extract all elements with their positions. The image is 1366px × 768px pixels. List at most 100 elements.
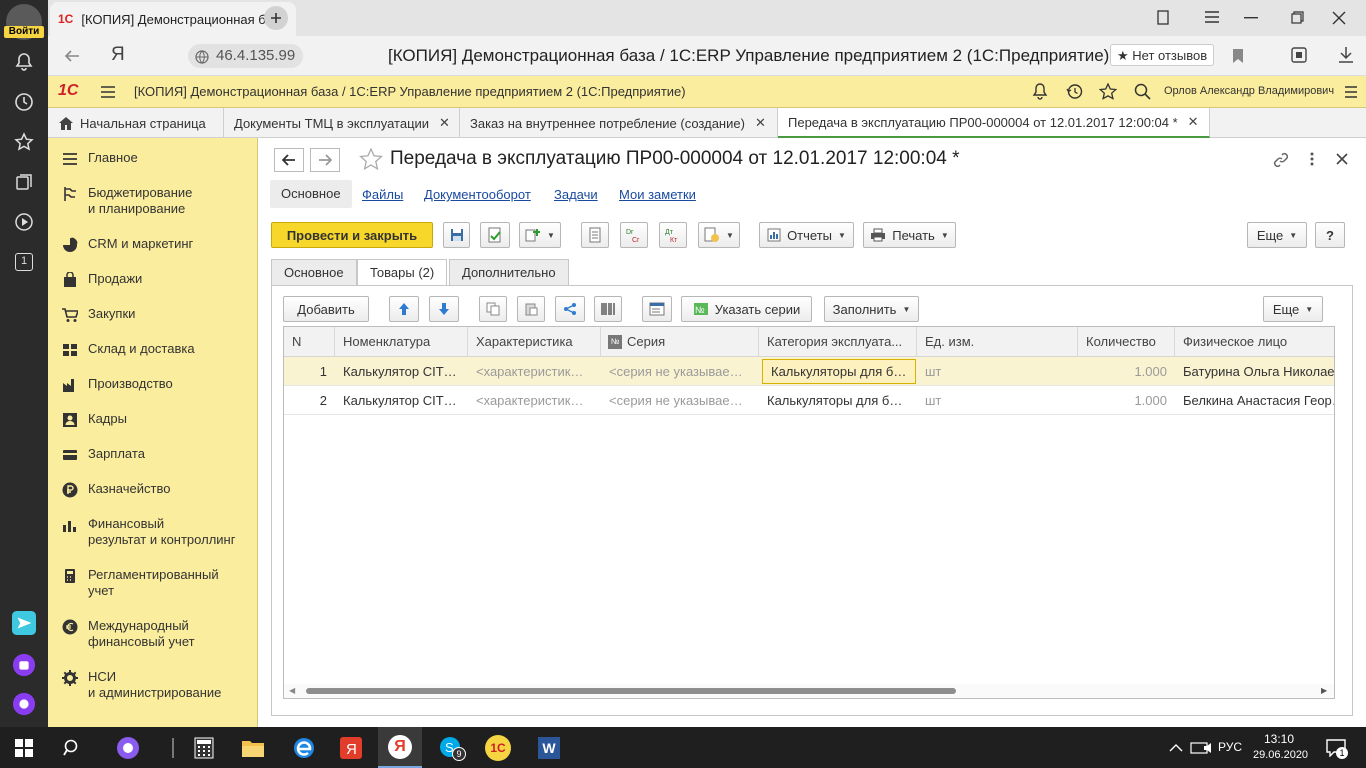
favorite-star-icon[interactable]: [359, 148, 383, 171]
clock-time[interactable]: 13:10: [1264, 732, 1294, 746]
play-icon[interactable]: [12, 210, 36, 234]
tab-additional[interactable]: Дополнительно: [449, 259, 569, 285]
bookmark-icon[interactable]: [1232, 48, 1244, 64]
star-icon[interactable]: [12, 130, 36, 154]
table-row[interactable]: 2 Калькулятор CIT… <характеристик… <сери…: [284, 386, 1334, 415]
bell-icon[interactable]: [1032, 83, 1048, 100]
edge-icon[interactable]: [291, 735, 317, 761]
cell-series[interactable]: <серия не указывае…: [601, 357, 759, 386]
tab-transfer-document[interactable]: Передача в эксплуатацию ПР00-000004 от 1…: [778, 108, 1210, 138]
download-icon[interactable]: [1338, 46, 1354, 64]
move-up-button[interactable]: [389, 296, 419, 322]
paste-button[interactable]: [517, 296, 545, 322]
history-icon[interactable]: [1066, 83, 1083, 100]
yandex-logo[interactable]: Я: [111, 44, 125, 66]
sidebar-item-main[interactable]: Главное: [48, 150, 258, 167]
share-button[interactable]: [555, 296, 585, 322]
reviews-button[interactable]: ★ Нет отзывов: [1110, 44, 1215, 66]
window-close-icon[interactable]: [1332, 11, 1346, 25]
cell-unit[interactable]: шт: [917, 386, 1078, 415]
print-button[interactable]: Печать ▼: [863, 222, 956, 248]
cell-characteristic[interactable]: <характеристик…: [468, 386, 601, 415]
cell-category[interactable]: Калькуляторы для б…: [759, 386, 917, 415]
sidebar-item-warehouse[interactable]: Склад и доставка: [48, 341, 258, 358]
browser-tab[interactable]: 1С [КОПИЯ] Демонстрационная база / 1С:ER…: [50, 2, 296, 36]
bell-icon[interactable]: [12, 50, 36, 74]
main-menu-icon[interactable]: [100, 85, 116, 99]
scroll-right-icon[interactable]: ▶: [1321, 686, 1327, 695]
settings-menu-icon[interactable]: [1344, 85, 1358, 99]
volume-icon[interactable]: [1202, 735, 1218, 761]
link-files[interactable]: Файлы: [362, 187, 403, 202]
cell-nomenclature[interactable]: Калькулятор CIT…: [335, 357, 468, 386]
messenger-icon[interactable]: [12, 611, 36, 635]
skype-icon[interactable]: S9: [438, 735, 466, 761]
language-indicator[interactable]: РУС: [1218, 740, 1242, 754]
column-header[interactable]: Характеристика: [468, 327, 601, 357]
search-icon[interactable]: [59, 735, 85, 761]
post-and-close-button[interactable]: Провести и закрыть: [271, 222, 433, 248]
notifications-icon[interactable]: 1: [1323, 735, 1349, 761]
onec-app-icon[interactable]: 1С: [485, 735, 511, 761]
cell-person[interactable]: Батурина Ольга Николае…: [1175, 357, 1334, 386]
clock-date[interactable]: 29.06.2020: [1253, 749, 1308, 761]
column-header[interactable]: N: [284, 327, 335, 357]
cell-quantity[interactable]: 1.000: [1078, 386, 1175, 415]
calculator-icon[interactable]: [191, 735, 217, 761]
back-icon[interactable]: [64, 48, 80, 64]
table-more-button[interactable]: Еще ▼: [1263, 296, 1323, 322]
sidebar-item-admin[interactable]: НСИ и администрирование: [48, 669, 258, 701]
sidebar-item-production[interactable]: Производство: [48, 376, 258, 393]
extensions-icon[interactable]: [1290, 46, 1308, 64]
sidebar-item-sales[interactable]: Продажи: [48, 271, 258, 288]
restore-icon[interactable]: [1291, 11, 1304, 24]
globe-icon[interactable]: [195, 50, 209, 64]
tab-main[interactable]: Основное: [271, 259, 357, 285]
menu-icon[interactable]: [1204, 10, 1220, 24]
reports-button[interactable]: Отчеты ▼: [759, 222, 854, 248]
sidebar-item-purchases[interactable]: Закупки: [48, 306, 258, 323]
attachments-button[interactable]: ▼: [698, 222, 740, 248]
new-tab-button[interactable]: [264, 6, 288, 30]
copy-row-button[interactable]: [479, 296, 507, 322]
column-header[interactable]: Номенклатура: [335, 327, 468, 357]
cell-series[interactable]: <серия не указывае…: [601, 386, 759, 415]
file-explorer-icon[interactable]: [240, 735, 266, 761]
help-button[interactable]: ?: [1315, 222, 1345, 248]
sidebar-item-financial-result[interactable]: Финансовый результат и контроллинг: [48, 516, 258, 548]
yandex-browser-active-icon[interactable]: Я: [378, 727, 422, 768]
column-header[interactable]: Категория эксплуата...: [759, 327, 917, 357]
tab-tmc-documents[interactable]: Документы ТМЦ в эксплуатации ✕: [224, 108, 460, 138]
sidebar-item-international-accounting[interactable]: Международный финансовый учет: [48, 618, 258, 650]
link-docflow[interactable]: Документооборот: [424, 187, 531, 202]
more-vert-icon[interactable]: [1310, 152, 1314, 166]
tab-internal-order[interactable]: Заказ на внутреннее потребление (создани…: [460, 108, 778, 138]
move-down-button[interactable]: [429, 296, 459, 322]
search-icon[interactable]: [1134, 83, 1151, 100]
collections-icon[interactable]: [12, 170, 36, 194]
journal-button[interactable]: [581, 222, 609, 248]
sidebar-item-budgeting[interactable]: Бюджетирование и планирование: [48, 185, 258, 217]
tab-home[interactable]: Начальная страница: [48, 108, 224, 138]
column-header[interactable]: Ед. изм.: [917, 327, 1078, 357]
link-tasks[interactable]: Задачи: [554, 187, 598, 202]
barcode-button[interactable]: [594, 296, 622, 322]
scroll-left-icon[interactable]: ◀: [289, 686, 295, 695]
counter-badge[interactable]: 1: [12, 250, 36, 274]
windows-start-icon[interactable]: [11, 735, 37, 761]
cell-person[interactable]: Белкина Анастасия Геор…: [1175, 386, 1334, 415]
task-view-icon[interactable]: [160, 735, 186, 761]
word-icon[interactable]: W: [536, 735, 562, 761]
more-button[interactable]: Еще ▼: [1247, 222, 1307, 248]
column-header[interactable]: Физическое лицо: [1175, 327, 1334, 357]
bookmarks-icon[interactable]: [1156, 10, 1170, 26]
scrollbar-thumb[interactable]: [306, 688, 956, 694]
horizontal-scrollbar[interactable]: ◀ ▶: [284, 684, 1334, 698]
close-icon[interactable]: ✕: [755, 115, 766, 131]
add-row-button[interactable]: Добавить: [283, 296, 369, 322]
save-button[interactable]: [443, 222, 470, 248]
sidebar-item-hr[interactable]: Кадры: [48, 411, 258, 428]
select-goods-button[interactable]: [642, 296, 672, 322]
sidebar-item-regulated-accounting[interactable]: Регламентированный учет: [48, 567, 258, 599]
dt-kt-button[interactable]: Дт Кт: [659, 222, 687, 248]
